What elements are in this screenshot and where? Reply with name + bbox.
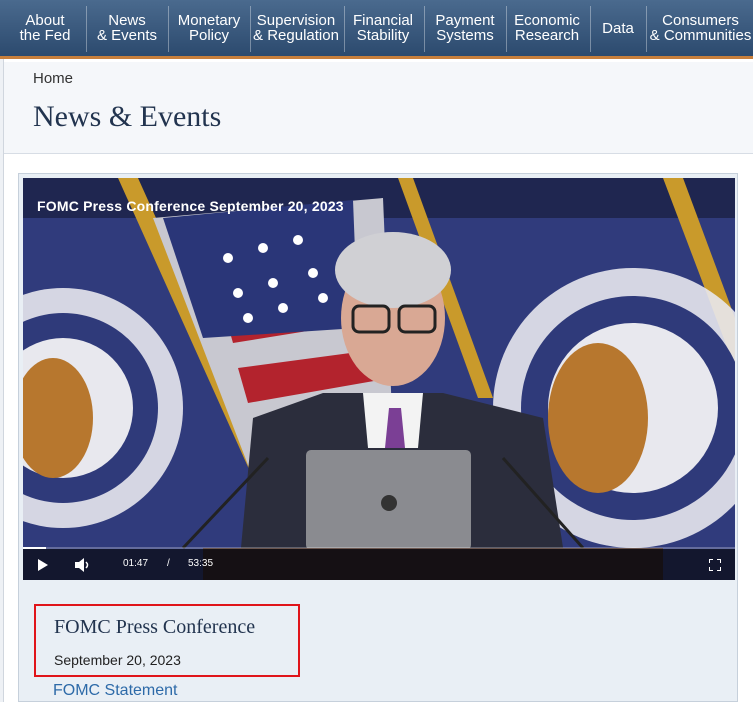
page-edge: [0, 59, 4, 702]
video-progress-bar[interactable]: [23, 547, 735, 549]
nav-divider: [590, 6, 591, 52]
item-title-link[interactable]: FOMC Press Conference: [54, 616, 255, 639]
nav-monetary-policy[interactable]: Monetary Policy: [170, 0, 248, 56]
duration: 53:35: [188, 558, 214, 569]
nav-divider: [86, 6, 87, 52]
nav-divider: [344, 6, 345, 52]
nav-divider: [168, 6, 169, 52]
featured-card: FOMC Press Conference September 20, 2023…: [18, 173, 738, 702]
nav-payment-systems[interactable]: Payment Systems: [428, 0, 502, 56]
item-date: September 20, 2023: [54, 652, 181, 668]
highlighted-item: FOMC Press Conference September 20, 2023: [34, 604, 300, 677]
nav-divider: [424, 6, 425, 52]
breadcrumb-home[interactable]: Home: [33, 70, 73, 87]
nav-divider: [506, 6, 507, 52]
video-progress-fill: [23, 547, 47, 549]
video-frame-image: [23, 178, 735, 580]
nav-news-events[interactable]: News & Events: [88, 0, 166, 56]
top-navigation: About the Fed News & Events Monetary Pol…: [0, 0, 753, 59]
nav-consumers-communities[interactable]: Consumers & Communities: [648, 0, 753, 56]
nav-about-the-fed[interactable]: About the Fed: [6, 0, 84, 56]
nav-supervision-regulation[interactable]: Supervision & Regulation: [250, 0, 342, 56]
page-title: News & Events: [33, 100, 222, 133]
video-player[interactable]: FOMC Press Conference September 20, 2023…: [23, 178, 735, 580]
time-separator: /: [167, 558, 170, 569]
nav-data[interactable]: Data: [592, 0, 644, 56]
nav-financial-stability[interactable]: Financial Stability: [346, 0, 420, 56]
play-icon[interactable]: [37, 559, 49, 571]
volume-icon[interactable]: [75, 558, 91, 572]
page-header: Home News & Events: [4, 62, 753, 154]
video-controls: 01:47 / 53:35: [23, 549, 735, 580]
nav-economic-research[interactable]: Economic Research: [508, 0, 586, 56]
fullscreen-icon[interactable]: [709, 559, 721, 571]
nav-divider: [646, 6, 647, 52]
current-time: 01:47: [123, 558, 149, 569]
video-overlay-title: FOMC Press Conference September 20, 2023: [37, 198, 344, 214]
fomc-statement-link[interactable]: FOMC Statement: [53, 682, 177, 700]
